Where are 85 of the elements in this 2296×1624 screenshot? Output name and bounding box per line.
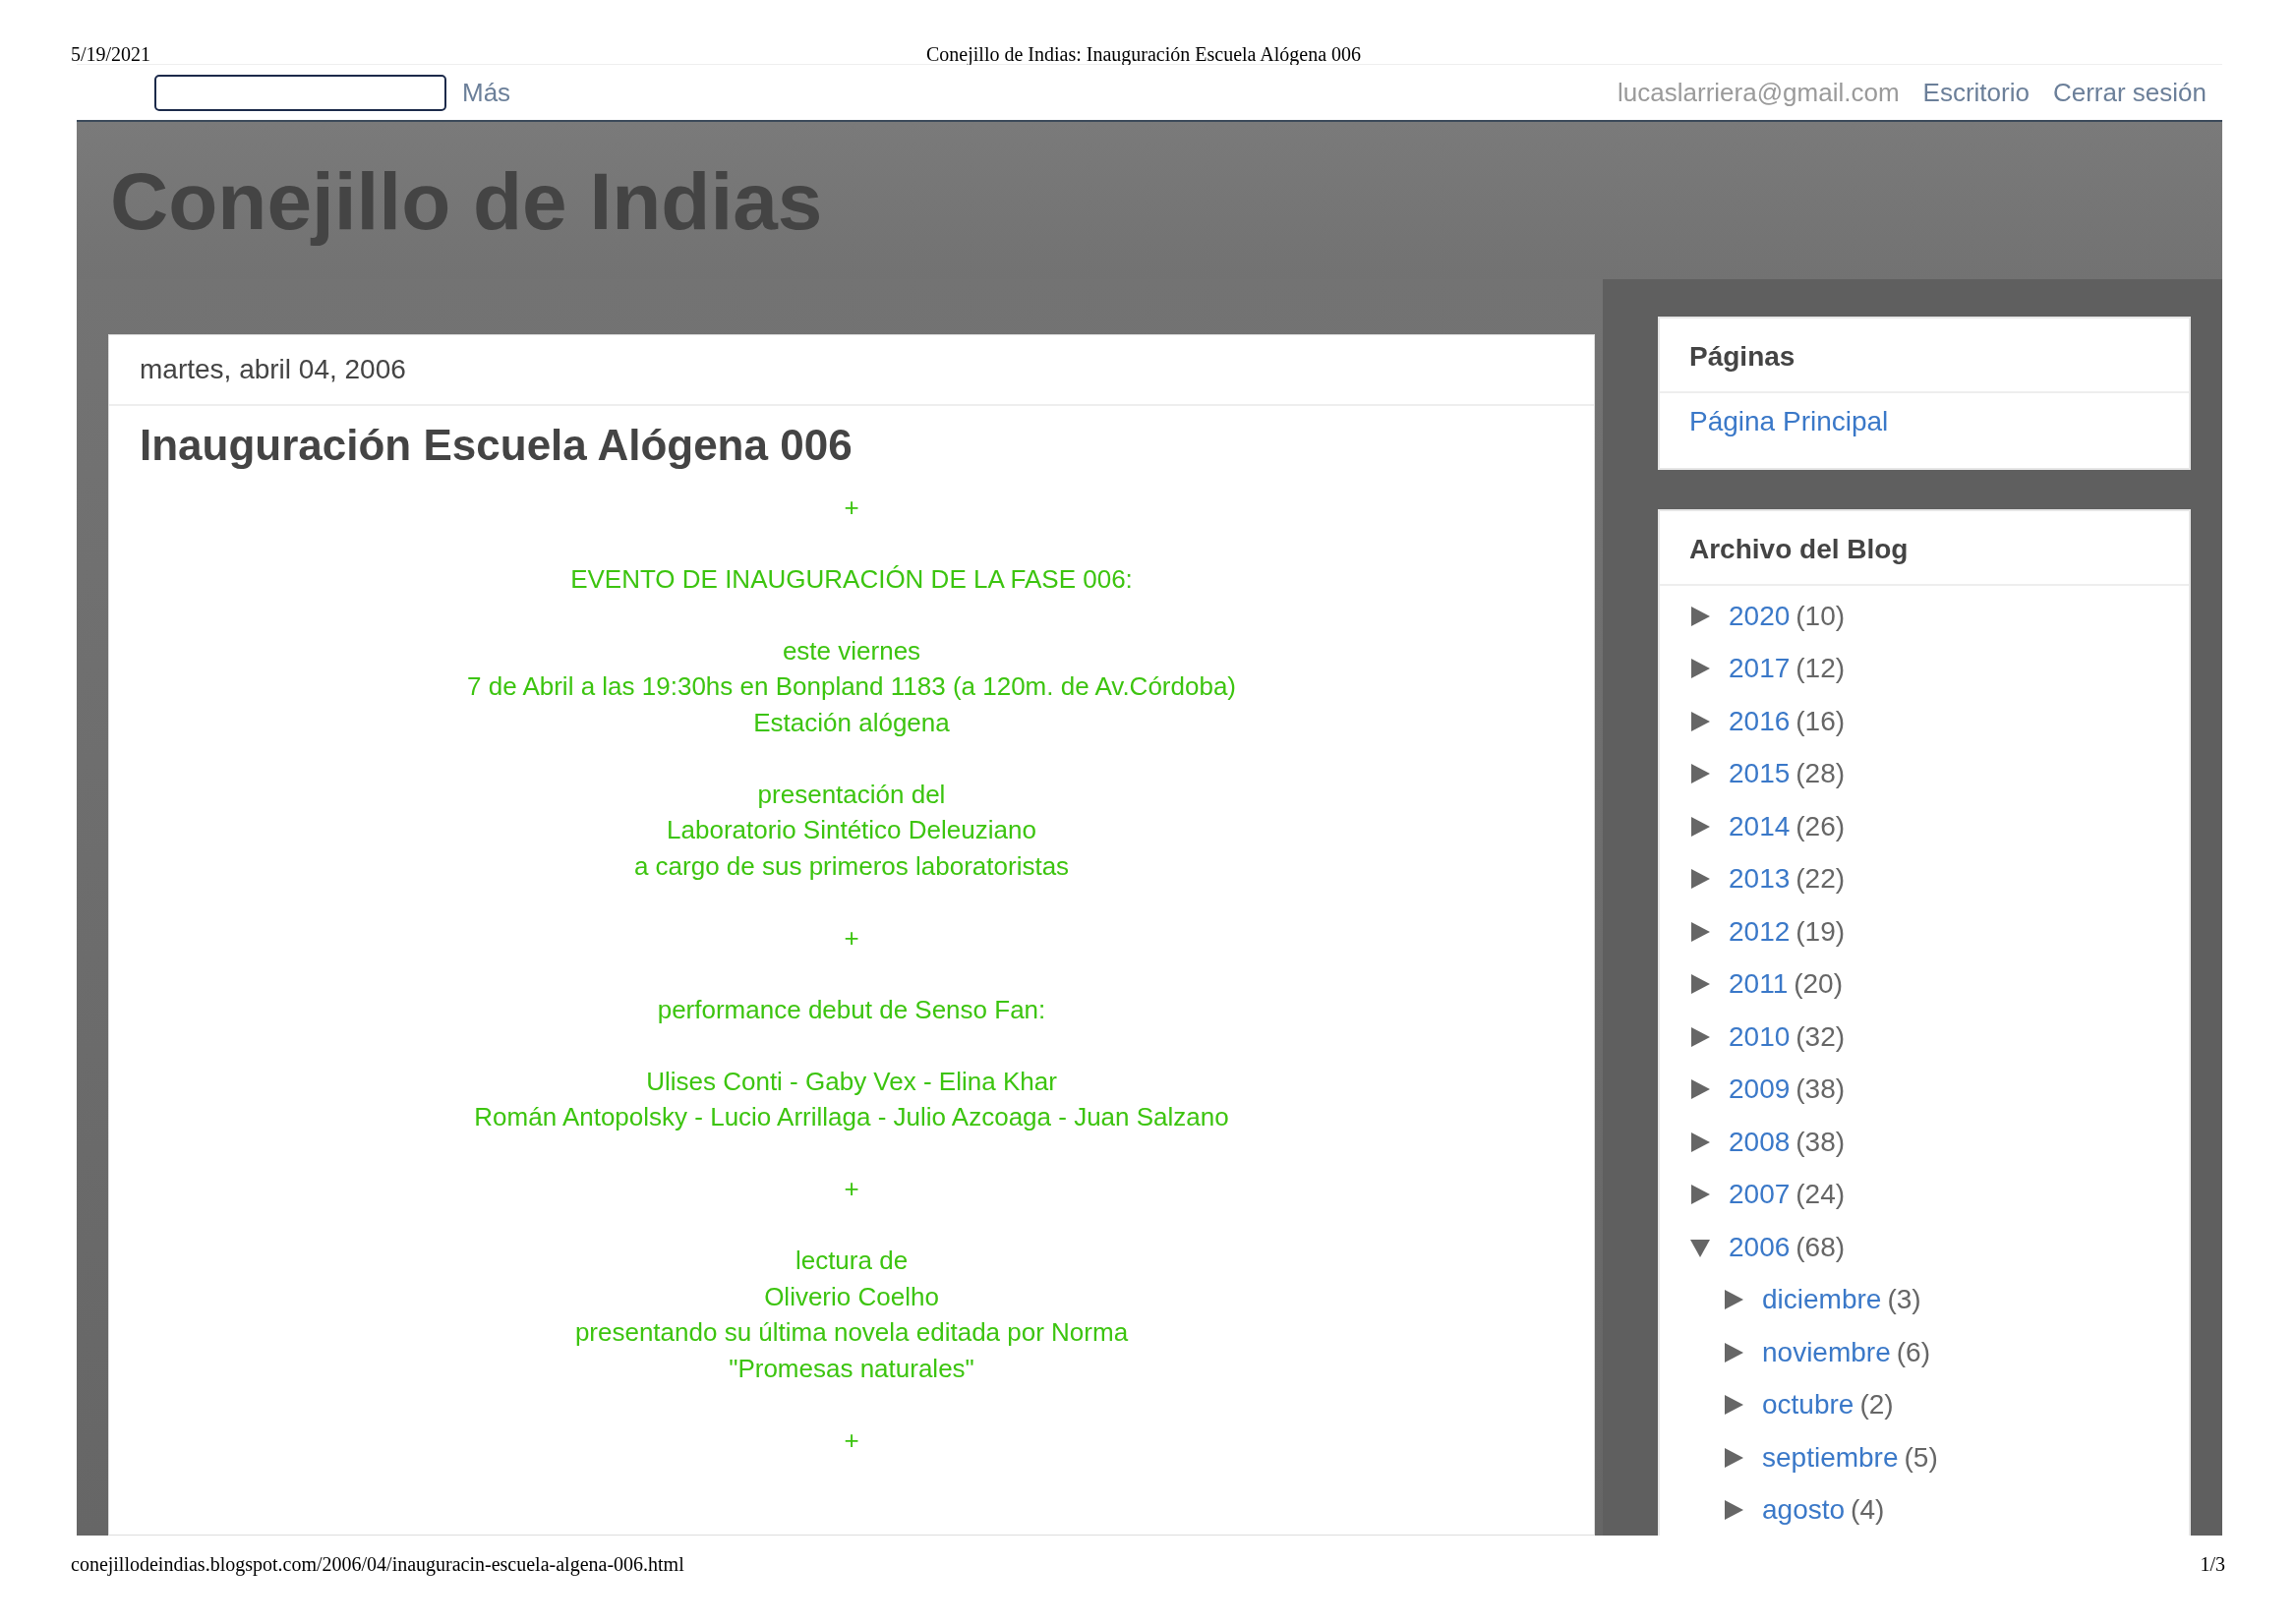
post-count: (6) xyxy=(1896,1335,1930,1369)
post-count: (19) xyxy=(1796,914,1846,949)
search-field[interactable] xyxy=(154,74,446,111)
post-count: (10) xyxy=(1796,599,1846,633)
archive-link[interactable]: septiembre xyxy=(1762,1436,1899,1479)
post-count: (16) xyxy=(1796,704,1846,738)
page-link[interactable]: Página Principal xyxy=(1689,406,1889,436)
archive-link[interactable]: 2007 xyxy=(1729,1174,1791,1216)
post-count: (32) xyxy=(1796,1019,1846,1054)
post-text-line: Oliverio Coelho xyxy=(763,1280,940,1313)
archive-link[interactable]: agosto xyxy=(1762,1489,1846,1532)
post-text-line: a cargo de sus primeros laboratoristas xyxy=(632,849,1071,883)
post-text-line: "Promesas naturales" xyxy=(728,1352,975,1385)
archive-link[interactable]: octubre xyxy=(1762,1384,1854,1426)
triangle-right-icon[interactable] xyxy=(1689,973,1711,996)
archive-link[interactable]: 2011 xyxy=(1729,963,1789,1006)
post-text-line: Estación alógena xyxy=(752,706,951,739)
more-link[interactable]: Más xyxy=(462,73,511,112)
post-text-line: 7 de Abril a las 19:30hs en Bonpland 1183 (a 120m. de Av.Córdoba) xyxy=(466,670,1237,704)
triangle-right-icon[interactable] xyxy=(1689,868,1711,891)
triangle-right-icon[interactable] xyxy=(1689,815,1711,838)
post-text-line: + xyxy=(843,1423,860,1457)
triangle-right-icon[interactable] xyxy=(1689,1131,1711,1153)
post-count: (68) xyxy=(1796,1230,1846,1264)
post-count: (4) xyxy=(1851,1493,1885,1528)
archive-link[interactable]: 2017 xyxy=(1729,648,1791,690)
triangle-right-icon[interactable] xyxy=(1689,763,1711,785)
post-text-line: + xyxy=(843,491,860,524)
account-email: lucaslarriera@gmail.com xyxy=(1618,76,1900,109)
triangle-right-icon[interactable] xyxy=(1689,1184,1711,1206)
archive-link[interactable]: 2016 xyxy=(1729,700,1791,742)
triangle-right-icon[interactable] xyxy=(1723,1499,1744,1522)
triangle-right-icon[interactable] xyxy=(1689,920,1711,943)
archive-link[interactable]: 2008 xyxy=(1729,1121,1791,1163)
nav-link[interactable]: Escritorio xyxy=(1922,73,2030,112)
triangle-right-icon[interactable] xyxy=(1689,1025,1711,1048)
triangle-right-icon[interactable] xyxy=(1689,658,1711,680)
post-date: martes, abril 04, 2006 xyxy=(109,335,1594,406)
triangle-right-icon[interactable] xyxy=(1723,1394,1744,1417)
archive-link[interactable]: 2013 xyxy=(1729,858,1791,900)
archive-link[interactable]: 2006 xyxy=(1729,1226,1791,1268)
archive-link[interactable]: 2015 xyxy=(1729,753,1791,795)
print-url: conejillodeindias.blogspot.com/2006/04/inauguracin-escuela-algena-006.html xyxy=(71,1552,684,1578)
post-text-line: Ulises Conti - Gaby Vex - Elina Khar xyxy=(645,1065,1058,1098)
post-count: (2) xyxy=(1859,1388,1894,1422)
post-text-line: este viernes xyxy=(781,634,922,667)
archive-link[interactable]: 2012 xyxy=(1729,910,1791,953)
post-text-line: lectura de xyxy=(794,1245,910,1278)
post-text-line: performance debut de Senso Fan: xyxy=(656,993,1047,1026)
archive-link[interactable]: 2010 xyxy=(1729,1015,1791,1058)
archive-link[interactable]: noviembre xyxy=(1762,1331,1891,1373)
triangle-right-icon[interactable] xyxy=(1689,605,1711,627)
archive-link[interactable]: 2014 xyxy=(1729,805,1791,847)
print-title: Conejillo de Indias: Inauguración Escuela Alógena 006 xyxy=(926,42,1362,64)
post-count: (5) xyxy=(1904,1440,1938,1475)
post-text-line: Román Antopolsky - Lucio Arrillaga - Julio Azcoaga - Juan Salzano xyxy=(473,1101,1230,1134)
triangle-right-icon[interactable] xyxy=(1723,1446,1744,1469)
post-count: (12) xyxy=(1796,652,1846,686)
post-count: (20) xyxy=(1794,967,1843,1002)
post-text-line: presentando su última novela editada por Norma xyxy=(573,1316,1130,1350)
post-text-line: presentación del xyxy=(756,778,947,811)
post-text-line: Laboratorio Sintético Deleuziano xyxy=(666,814,1037,847)
post-count: (38) xyxy=(1796,1073,1846,1107)
post-count: (38) xyxy=(1796,1125,1846,1159)
print-date: 5/19/2021 xyxy=(71,42,151,64)
archive-link[interactable]: diciembre xyxy=(1762,1279,1882,1321)
post-count: (22) xyxy=(1796,862,1846,897)
archive-link[interactable]: 2020 xyxy=(1729,595,1791,637)
triangle-right-icon[interactable] xyxy=(1723,1289,1744,1311)
archive-link[interactable]: 2009 xyxy=(1729,1069,1791,1111)
post-count: (24) xyxy=(1796,1178,1846,1212)
post-count: (26) xyxy=(1796,809,1846,843)
post-text-line: EVENTO DE INAUGURACIÓN DE LA FASE 006: xyxy=(569,562,1134,596)
nav-link[interactable]: Cerrar sesión xyxy=(2052,73,2207,112)
widget-title: Archivo del Blog xyxy=(1660,511,2189,586)
post-text-line: + xyxy=(843,921,860,955)
post-count: (28) xyxy=(1796,757,1846,791)
page-number: 1/3 xyxy=(2200,1552,2225,1577)
post-text-line: + xyxy=(843,1173,860,1206)
post-count: (3) xyxy=(1887,1283,1921,1317)
widget-title: Páginas xyxy=(1660,319,2189,393)
post-title: Inauguración Escuela Alógena 006 xyxy=(139,420,854,471)
triangle-right-icon[interactable] xyxy=(1689,1078,1711,1101)
triangle-right-icon[interactable] xyxy=(1689,710,1711,732)
triangle-right-icon[interactable] xyxy=(1723,1341,1744,1363)
